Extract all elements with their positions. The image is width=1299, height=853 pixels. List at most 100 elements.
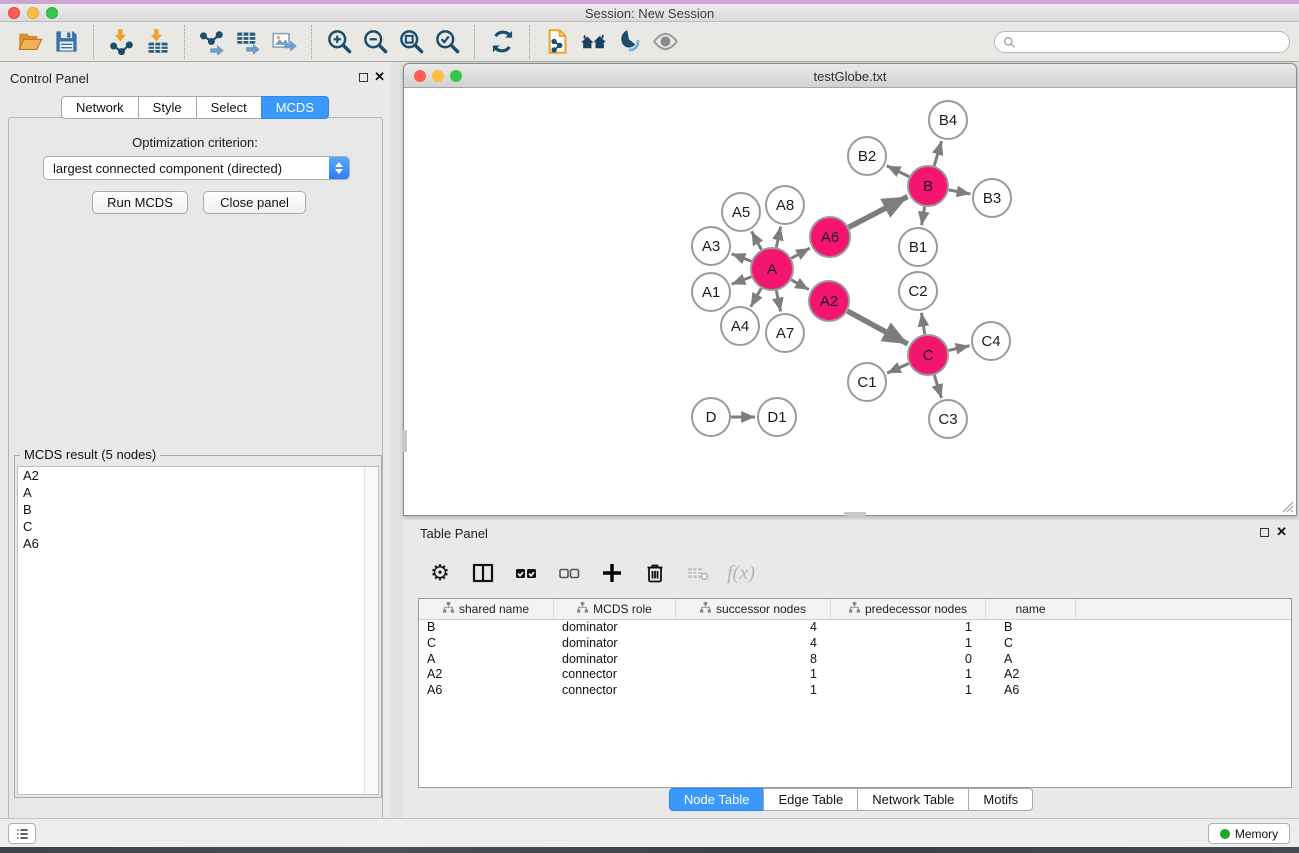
column-header-MCDS-role[interactable]: MCDS role	[554, 599, 676, 619]
cell-shared-name[interactable]: B	[419, 620, 554, 636]
search-input[interactable]	[994, 31, 1290, 53]
network-window-titlebar[interactable]: testGlobe.txt	[404, 64, 1296, 88]
function-builder-button[interactable]: f(x)	[726, 558, 756, 588]
table-float-panel-icon[interactable]	[1260, 528, 1269, 537]
zoom-fit-button[interactable]	[393, 25, 429, 59]
save-button[interactable]	[48, 25, 84, 59]
edge-A-A3[interactable]	[732, 254, 752, 261]
node-A4[interactable]: A4	[721, 307, 759, 345]
dropdown-stepper-icon[interactable]	[329, 157, 349, 179]
node-B1[interactable]: B1	[899, 228, 937, 266]
cell-MCDS-role[interactable]: dominator	[554, 636, 676, 652]
tab-edge-table[interactable]: Edge Table	[763, 788, 858, 811]
table-row[interactable]: A2connector11A2	[419, 667, 1291, 683]
tab-style[interactable]: Style	[138, 96, 197, 119]
cell-shared-name[interactable]: A6	[419, 683, 554, 699]
window-titlebar[interactable]: Session: New Session	[0, 4, 1299, 22]
node-A5[interactable]: A5	[722, 193, 760, 231]
node-A8[interactable]: A8	[766, 186, 804, 224]
node-A3[interactable]: A3	[692, 227, 730, 265]
node-A6[interactable]: A6	[810, 217, 850, 257]
result-list-scrollbar[interactable]	[364, 467, 378, 794]
zoom-in-button[interactable]	[321, 25, 357, 59]
cell-successor-nodes[interactable]: 1	[676, 667, 831, 683]
mcds-result-item[interactable]: A2	[18, 467, 378, 484]
float-panel-icon[interactable]	[359, 73, 368, 82]
zoom-selected-button[interactable]	[429, 25, 465, 59]
bottom-resize-notch[interactable]	[844, 512, 866, 516]
network-document-button[interactable]	[539, 25, 575, 59]
edge-C-C4[interactable]	[948, 346, 969, 351]
criterion-dropdown[interactable]: largest connected component (directed)	[43, 156, 350, 180]
cell-MCDS-role[interactable]: connector	[554, 683, 676, 699]
mcds-result-item[interactable]: A	[18, 484, 378, 501]
zoom-out-button[interactable]	[357, 25, 393, 59]
column-header-predecessor-nodes[interactable]: predecessor nodes	[831, 599, 986, 619]
edge-A-A2[interactable]	[791, 280, 809, 290]
cell-predecessor-nodes[interactable]: 1	[831, 620, 986, 636]
mcds-result-item[interactable]: A6	[18, 535, 378, 552]
node-C2[interactable]: C2	[899, 272, 937, 310]
cell-MCDS-role[interactable]: dominator	[554, 652, 676, 668]
mcds-result-item[interactable]: C	[18, 518, 378, 535]
tab-mcds[interactable]: MCDS	[261, 96, 329, 119]
export-image-button[interactable]	[266, 25, 302, 59]
task-history-button[interactable]	[8, 823, 36, 844]
memory-button[interactable]: Memory	[1208, 823, 1290, 844]
edge-C-C3[interactable]	[934, 375, 941, 398]
column-header-successor-nodes[interactable]: successor nodes	[676, 599, 831, 619]
edge-A-A4[interactable]	[751, 288, 761, 307]
mcds-result-list[interactable]: A2ABCA6	[17, 466, 379, 795]
import-network-button[interactable]	[103, 25, 139, 59]
cell-name[interactable]: A	[986, 652, 1076, 668]
node-C1[interactable]: C1	[848, 363, 886, 401]
import-table-button[interactable]	[139, 25, 175, 59]
cell-name[interactable]: A2	[986, 667, 1076, 683]
tab-motifs[interactable]: Motifs	[968, 788, 1033, 811]
node-A7[interactable]: A7	[766, 314, 804, 352]
edge-A-A6[interactable]	[791, 248, 810, 258]
cell-predecessor-nodes[interactable]: 1	[831, 636, 986, 652]
window-resize-grip[interactable]	[1279, 498, 1294, 513]
table-close-panel-icon[interactable]: ✕	[1276, 524, 1287, 540]
table-row[interactable]: Bdominator41B	[419, 620, 1291, 636]
edge-C-C2[interactable]	[921, 313, 924, 335]
cell-shared-name[interactable]: A	[419, 652, 554, 668]
cell-predecessor-nodes[interactable]: 0	[831, 652, 986, 668]
column-header-shared-name[interactable]: shared name	[419, 599, 554, 619]
close-panel-button[interactable]: Close panel	[203, 191, 306, 214]
edge-A-A1[interactable]	[732, 277, 752, 284]
cell-MCDS-role[interactable]: connector	[554, 667, 676, 683]
node-A2[interactable]: A2	[809, 281, 849, 321]
style-button[interactable]	[611, 25, 647, 59]
node-B4[interactable]: B4	[929, 101, 967, 139]
eye-button[interactable]	[647, 25, 683, 59]
refresh-button[interactable]	[484, 25, 520, 59]
cell-name[interactable]: B	[986, 620, 1076, 636]
close-panel-icon[interactable]: ✕	[374, 69, 385, 85]
left-resize-notch[interactable]	[403, 430, 407, 452]
mcds-result-item[interactable]: B	[18, 501, 378, 518]
node-C[interactable]: C	[908, 335, 948, 375]
cell-predecessor-nodes[interactable]: 1	[831, 683, 986, 699]
node-D[interactable]: D	[692, 398, 730, 436]
tab-network[interactable]: Network	[61, 96, 139, 119]
edge-A-A5[interactable]	[752, 231, 762, 249]
column-header-name[interactable]: name	[986, 599, 1076, 619]
delete-table-button[interactable]	[683, 558, 713, 588]
cell-successor-nodes[interactable]: 1	[676, 683, 831, 699]
cell-predecessor-nodes[interactable]: 1	[831, 667, 986, 683]
node-B[interactable]: B	[908, 166, 948, 206]
tab-node-table[interactable]: Node Table	[669, 788, 765, 811]
edge-A2-C[interactable]	[847, 311, 907, 344]
tab-select[interactable]: Select	[196, 96, 262, 119]
node-C4[interactable]: C4	[972, 322, 1010, 360]
edge-A-A8[interactable]	[776, 227, 780, 248]
export-network-button[interactable]	[194, 25, 230, 59]
column-browse-button[interactable]	[468, 558, 498, 588]
cell-successor-nodes[interactable]: 8	[676, 652, 831, 668]
table-row[interactable]: Cdominator41C	[419, 636, 1291, 652]
table-row[interactable]: A6connector11A6	[419, 683, 1291, 699]
node-A[interactable]: A	[751, 248, 793, 290]
export-table-button[interactable]	[230, 25, 266, 59]
